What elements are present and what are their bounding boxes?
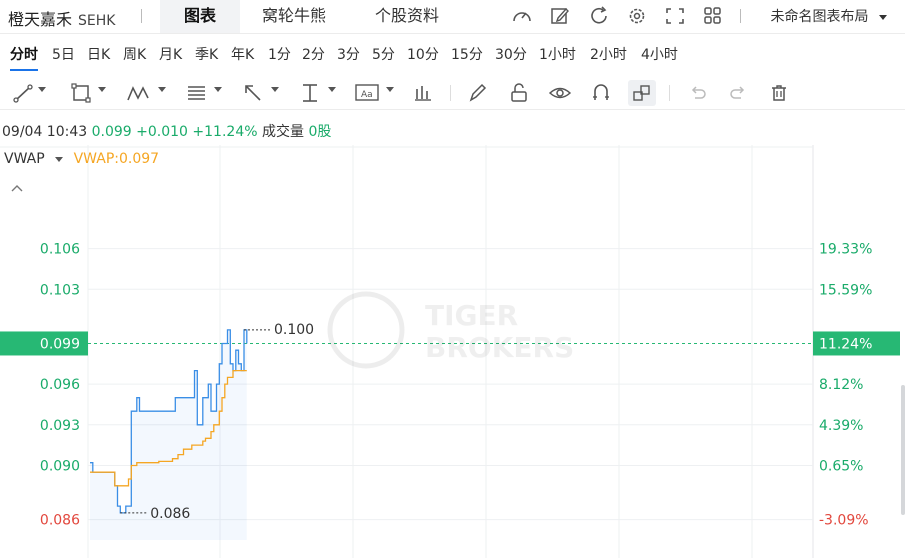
period-week[interactable]: 周K <box>123 44 146 64</box>
period-2min[interactable]: 2分 <box>302 44 325 64</box>
high-price-label: 0.100 <box>274 322 314 338</box>
indicator-legend: VWAP VWAP:0.097 <box>4 151 159 167</box>
y-axis-tick-right: 19.33% <box>819 242 872 258</box>
redo-icon[interactable] <box>726 80 750 106</box>
caret-down-icon[interactable] <box>271 87 279 92</box>
layout-grid-icon[interactable] <box>702 6 724 26</box>
volume-value: 0股 <box>308 124 332 140</box>
indicator-name[interactable]: VWAP <box>4 151 45 167</box>
y-axis-tick-left: 0.093 <box>40 418 80 434</box>
magnet-icon[interactable] <box>589 80 613 106</box>
y-axis-tick-left: 0.086 <box>40 513 80 529</box>
eye-icon[interactable] <box>548 80 572 106</box>
caret-down-icon[interactable] <box>55 156 64 162</box>
scrollbar <box>901 385 905 515</box>
gear-icon[interactable] <box>626 6 648 26</box>
caret-down-icon[interactable] <box>214 87 222 92</box>
trend-line-icon[interactable] <box>12 80 36 106</box>
y-axis-tick-left: 0.090 <box>40 458 80 474</box>
caret-down-icon[interactable] <box>38 87 46 92</box>
divider <box>669 85 670 101</box>
watermark-logo <box>327 291 405 369</box>
refresh-icon[interactable] <box>588 6 610 26</box>
tab-warrants[interactable]: 窝轮牛熊 <box>262 0 326 33</box>
market-code: SEHK <box>78 13 116 29</box>
unlock-icon[interactable] <box>507 80 531 106</box>
caret-down-icon[interactable] <box>386 87 394 92</box>
period-2h[interactable]: 2小时 <box>590 44 627 64</box>
undo-icon[interactable] <box>686 80 710 106</box>
y-axis-tick-right: 8.12% <box>819 377 863 393</box>
divider <box>141 9 142 23</box>
caret-down-icon[interactable] <box>98 87 106 92</box>
volume-label: 成交量 <box>262 124 304 140</box>
pattern-icon[interactable] <box>126 80 154 106</box>
tab-chart[interactable]: 图表 <box>160 0 241 33</box>
stock-title: 橙天嘉禾 SEHK <box>8 6 115 30</box>
indicator-value: VWAP:0.097 <box>73 151 160 167</box>
divider <box>740 9 741 23</box>
drawing-toolbar: Aa <box>0 77 905 110</box>
quote-change-pct: +11.24% <box>192 124 258 140</box>
tab-stock-profile[interactable]: 个股资料 <box>375 0 439 33</box>
caret-down-icon[interactable] <box>158 87 166 92</box>
top-bar: 橙天嘉禾 SEHK 图表 窝轮牛熊 个股资料 未命名图表布局 <box>0 0 905 34</box>
trash-icon[interactable] <box>767 80 791 106</box>
quote-datetime: 09/04 10:43 <box>2 124 88 140</box>
text-annotation-icon[interactable]: Aa <box>354 80 382 106</box>
y-axis-tick-right: -3.09% <box>819 513 869 529</box>
period-30min[interactable]: 30分 <box>495 44 527 64</box>
rectangle-icon[interactable] <box>70 80 94 106</box>
edit-icon[interactable] <box>549 6 571 26</box>
fullscreen-icon[interactable] <box>664 6 686 26</box>
period-day[interactable]: 日K <box>87 44 110 64</box>
y-axis-tick-right: 0.65% <box>819 458 863 474</box>
period-4h[interactable]: 4小时 <box>641 44 678 64</box>
collapse-chevron-icon[interactable] <box>10 178 24 197</box>
layout-selector[interactable]: 未命名图表布局 <box>771 6 887 26</box>
period-quarter[interactable]: 季K <box>195 44 218 64</box>
quote-price: 0.099 <box>91 124 132 140</box>
watermark-text: TIGER <box>425 299 518 332</box>
price-chart[interactable]: 0.106 19.33% 0.103 15.59% 0.099 11.24% 0.096 8.… <box>0 145 905 558</box>
quote-info-bar: 09/04 10:43 0.099 +0.010 +11.24% 成交量 0股 <box>2 121 331 141</box>
gauge-icon[interactable] <box>511 6 533 26</box>
y-axis-tick-right: 11.24% <box>819 336 872 352</box>
period-10min[interactable]: 10分 <box>407 44 439 64</box>
indicator-icon[interactable] <box>412 80 436 106</box>
period-intraday[interactable]: 分时 <box>10 44 38 71</box>
stock-name: 橙天嘉禾 <box>8 10 73 29</box>
y-axis-tick-right: 4.39% <box>819 418 863 434</box>
period-5d[interactable]: 5日 <box>52 44 75 64</box>
caret-down-icon[interactable] <box>328 87 336 92</box>
y-axis-tick-left: 0.103 <box>40 282 80 298</box>
period-1h[interactable]: 1小时 <box>539 44 576 64</box>
quote-change: +0.010 <box>136 124 188 140</box>
y-axis-tick-right: 15.59% <box>819 282 872 298</box>
period-5min[interactable]: 5分 <box>372 44 395 64</box>
period-year[interactable]: 年K <box>231 44 254 64</box>
period-3min[interactable]: 3分 <box>337 44 360 64</box>
pencil-icon[interactable] <box>466 80 490 106</box>
y-axis-tick-left: 0.096 <box>40 377 80 393</box>
divider <box>450 85 451 101</box>
period-15min[interactable]: 15分 <box>451 44 483 64</box>
layout-label: 未命名图表布局 <box>770 9 869 25</box>
y-axis-tick-left: 0.099 <box>40 336 80 352</box>
arrow-icon[interactable] <box>242 80 266 106</box>
low-price-label: 0.086 <box>150 506 190 522</box>
caret-down-icon <box>879 14 887 20</box>
link-icon[interactable] <box>628 80 656 106</box>
period-1min[interactable]: 1分 <box>268 44 291 64</box>
fibonacci-icon[interactable] <box>185 80 209 106</box>
period-month[interactable]: 月K <box>159 44 182 64</box>
y-axis-tick-left: 0.106 <box>40 242 80 258</box>
watermark-text: BROKERS <box>425 331 574 364</box>
measure-icon[interactable] <box>298 80 322 106</box>
svg-text:Aa: Aa <box>361 90 373 100</box>
